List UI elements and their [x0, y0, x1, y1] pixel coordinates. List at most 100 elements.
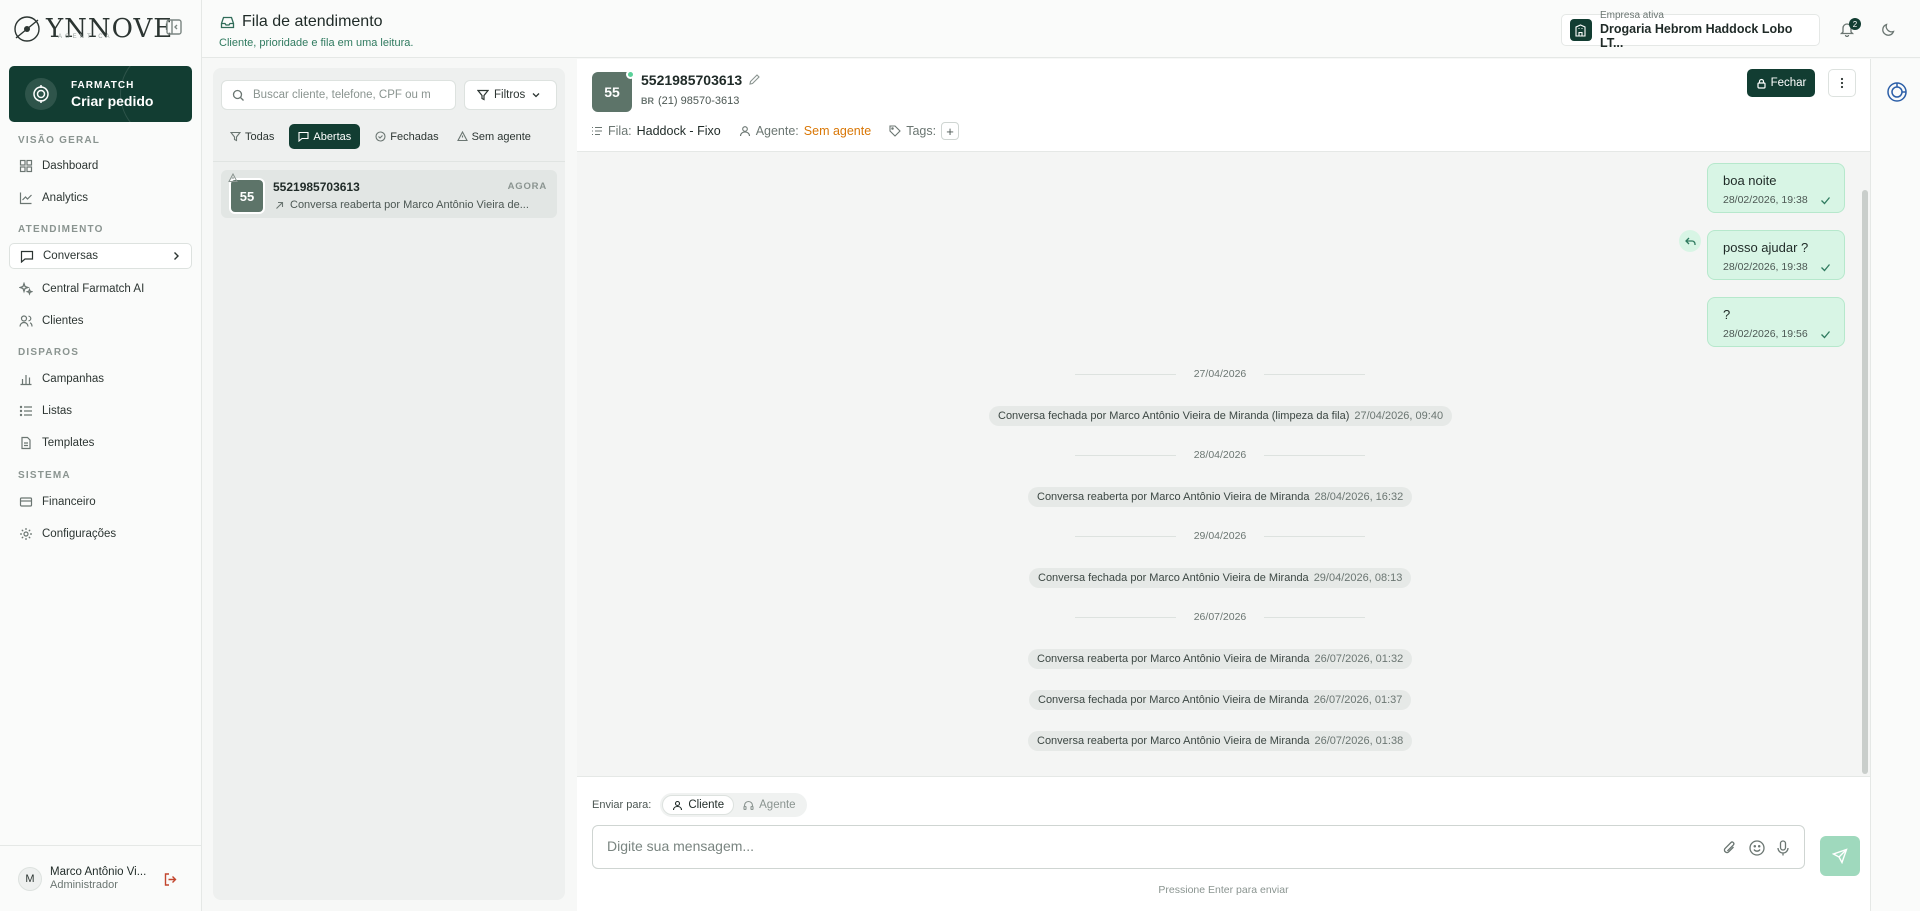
logo-subtext: AGENT CA — [58, 34, 113, 40]
paperclip-icon[interactable] — [1721, 839, 1739, 857]
sidebar-item-label: Dashboard — [42, 160, 99, 172]
top-header: Fila de atendimento Cliente, prioridade … — [202, 0, 1920, 58]
search-box[interactable] — [221, 80, 456, 110]
message-bubble[interactable]: posso ajudar ? 28/02/2026, 19:38 — [1707, 230, 1845, 280]
user-icon — [672, 800, 683, 811]
conversation-preview: Conversa reaberta por Marco Antônio Viei… — [275, 199, 545, 211]
agent-label: Agente: — [755, 124, 799, 138]
sidebar-item-configuracoes[interactable]: Configurações — [9, 521, 192, 547]
phone-number: (21) 98570-3613 — [658, 95, 740, 107]
close-conversation-button[interactable]: Fechar — [1747, 69, 1815, 97]
send-to-client-chip[interactable]: Cliente — [662, 795, 735, 815]
list-item[interactable]: 55 5521985703613 AGORA Conversa reaberta… — [221, 170, 557, 218]
section-service: ATENDIMENTO — [18, 224, 104, 235]
check-circle-icon — [375, 131, 386, 142]
logout-icon[interactable] — [163, 872, 178, 887]
send-button[interactable] — [1820, 836, 1860, 876]
date-separator-text: 27/04/2026 — [1193, 368, 1247, 380]
chat-meta-row: Fila: Haddock - Fixo Agente: Sem agente … — [591, 122, 960, 140]
gear-icon — [19, 527, 33, 541]
lock-icon — [1756, 78, 1767, 89]
file-text-icon — [19, 436, 33, 450]
system-event-time: 29/04/2026, 08:13 — [1313, 572, 1403, 584]
agent-value[interactable]: Sem agente — [804, 124, 871, 138]
building-icon — [1570, 19, 1592, 41]
warning-icon — [228, 173, 238, 183]
sidebar-item-campanhas[interactable]: Campanhas — [9, 366, 192, 392]
emoji-icon[interactable] — [1748, 839, 1766, 857]
section-overview: VISÃO GERAL — [18, 135, 101, 146]
date-separator: 29/04/2026 — [1075, 529, 1365, 543]
pencil-icon[interactable] — [748, 73, 761, 86]
message-bubble[interactable]: ? 28/02/2026, 19:56 — [1707, 297, 1845, 347]
sidebar-item-clientes[interactable]: Clientes — [9, 308, 192, 334]
message-square-icon — [298, 131, 309, 142]
add-tag-button[interactable]: + — [941, 122, 960, 140]
system-event-time: 26/07/2026, 01:38 — [1314, 735, 1404, 747]
user-icon — [739, 125, 751, 137]
avatar: M — [18, 866, 42, 891]
filters-label: Filtros — [494, 89, 526, 101]
moon-icon[interactable] — [1881, 22, 1896, 37]
system-event-text: Conversa reaberta por Marco Antônio Viei… — [1037, 653, 1310, 665]
system-event: Conversa reaberta por Marco Antônio Viei… — [1028, 487, 1413, 507]
date-separator-text: 28/04/2026 — [1193, 449, 1247, 461]
tab-label: Abertas — [313, 130, 352, 143]
tab-open[interactable]: Abertas — [289, 124, 361, 149]
message-input-box[interactable] — [592, 825, 1805, 869]
sidebar-item-label: Financeiro — [42, 496, 96, 508]
system-event-text: Conversa reaberta por Marco Antônio Viei… — [1037, 735, 1310, 747]
more-vertical-icon — [1836, 77, 1848, 89]
page-title-text: Fila de atendimento — [242, 13, 383, 30]
date-separator: 27/04/2026 — [1075, 367, 1365, 381]
conversation-name: 5521985703613 — [273, 180, 360, 194]
tab-no-agent[interactable]: Sem agente — [448, 124, 540, 149]
message-input[interactable] — [607, 838, 1657, 854]
system-event: Conversa fechada por Marco Antônio Vieir… — [989, 406, 1453, 426]
queue-value[interactable]: Haddock - Fixo — [637, 124, 721, 138]
chevron-right-icon — [171, 251, 181, 261]
sidebar-item-listas[interactable]: Listas — [9, 398, 192, 424]
farmatch-ai-icon[interactable] — [1886, 81, 1908, 103]
microphone-icon[interactable] — [1774, 839, 1792, 857]
inbox-icon — [220, 15, 235, 30]
sidebar-item-analytics[interactable]: Analytics — [9, 185, 192, 211]
filters-button[interactable]: Filtros — [464, 80, 557, 110]
sidebar-item-dashboard[interactable]: Dashboard — [9, 153, 192, 179]
search-input[interactable] — [253, 89, 433, 101]
user-profile[interactable]: M Marco Antônio Vi... Administrador — [0, 845, 202, 911]
sidebar-item-financeiro[interactable]: Financeiro — [9, 489, 192, 515]
more-options-button[interactable] — [1828, 69, 1856, 97]
sidebar-item-templates[interactable]: Templates — [9, 430, 192, 456]
message-text: boa noite — [1723, 173, 1777, 188]
conversation-list-panel: Filtros Todas Abertas Fechadas Sem agent… — [213, 68, 565, 900]
sidebar-item-label: Analytics — [42, 192, 89, 204]
collapse-sidebar-icon[interactable] — [165, 18, 183, 36]
tab-label: Fechadas — [390, 130, 439, 143]
chat-phone: BR (21) 98570-3613 — [641, 95, 739, 107]
enter-hint: Pressione Enter para enviar — [1158, 884, 1289, 896]
tab-all[interactable]: Todas — [221, 124, 283, 149]
check-icon — [1820, 329, 1831, 340]
sidebar-item-label: Templates — [42, 437, 95, 449]
queue-label: Fila: — [608, 124, 632, 138]
active-company-selector[interactable]: Empresa ativa Drogaria Hebrom Haddock Lo… — [1561, 10, 1820, 50]
scrollbar[interactable] — [1862, 190, 1868, 774]
tab-closed[interactable]: Fechadas — [366, 124, 447, 149]
farmatch-create-order-button[interactable]: FARMATCH Criar pedido — [9, 66, 192, 122]
reply-icon[interactable] — [1679, 230, 1701, 252]
send-to-agent-chip[interactable]: Agente — [734, 795, 804, 815]
send-to-label: Enviar para: — [592, 799, 652, 811]
message-bubble[interactable]: boa noite 28/02/2026, 19:38 — [1707, 163, 1845, 213]
farmatch-logo-icon — [25, 78, 57, 110]
company-label: Empresa ativa — [1599, 10, 1664, 21]
sidebar-item-central-farmatch[interactable]: Central Farmatch AI — [9, 276, 192, 302]
chat-contact-name: 5521985703613 — [641, 72, 743, 88]
message-thread[interactable]: boa noite 28/02/2026, 19:38 posso ajudar… — [577, 152, 1870, 776]
sidebar-item-conversas[interactable]: Conversas — [9, 243, 192, 269]
sidebar-item-label: Configurações — [42, 528, 117, 540]
send-icon — [1832, 848, 1848, 864]
sidebar-item-label: Clientes — [42, 315, 84, 327]
message-text: ? — [1723, 307, 1731, 322]
page-title: Fila de atendimento — [220, 13, 383, 31]
